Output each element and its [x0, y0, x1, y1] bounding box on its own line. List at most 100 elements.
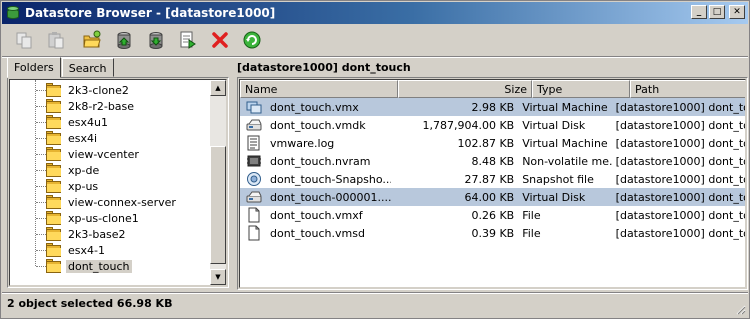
file-path: [datastore1000] dont_touch [615, 226, 745, 240]
folder-icon [46, 83, 62, 97]
scroll-thumb[interactable] [210, 146, 226, 264]
panel-splitter[interactable] [232, 58, 236, 290]
file-path: [datastore1000] dont_touch [615, 136, 745, 150]
table-row[interactable]: dont_touch-Snapsho... 27.87 KB Snapshot fi… [240, 170, 745, 188]
upload-button[interactable] [108, 27, 140, 53]
tree-item-label: esx4-1 [68, 243, 105, 257]
table-row[interactable]: dont_touch.nvram 8.48 KB Non-volatile me..… [240, 152, 745, 170]
file-name-cell: dont_touch-Snapsho... [240, 171, 391, 187]
file-size: 2.98 KB [471, 100, 515, 114]
file-size: 1,787,904.00 KB [422, 118, 515, 132]
tree-item-folder[interactable]: esx4-1 [46, 242, 107, 258]
tree-item-label: 2k8-r2-base [68, 99, 135, 113]
copy-button[interactable] [8, 27, 40, 53]
close-button[interactable]: ✕ [729, 5, 745, 19]
table-row[interactable]: dont_touch.vmdk 1,787,904.00 KB Virtual Di… [240, 116, 745, 134]
paste-button[interactable] [40, 27, 72, 53]
tree-item-label: view-connex-server [68, 195, 176, 209]
file-list-header: Name Size Type Path [240, 80, 745, 98]
title-bar[interactable]: Datastore Browser - [datastore1000] _ □ … [2, 2, 748, 24]
column-header-type[interactable]: Type [532, 80, 630, 98]
tree-item-folder[interactable]: view-vcenter [46, 146, 141, 162]
file-type: File [522, 226, 541, 240]
file-name-cell: dont_touch.nvram [240, 153, 391, 169]
file-type: Virtual Machine ... [522, 136, 611, 150]
file-size: 0.39 KB [471, 226, 515, 240]
minimize-button[interactable]: _ [691, 5, 707, 19]
folder-icon [46, 99, 62, 113]
column-header-name[interactable]: Name [240, 80, 398, 98]
scroll-up-button[interactable]: ▲ [210, 80, 226, 96]
new-folder-icon [83, 30, 101, 48]
tree-item-folder[interactable]: 2k8-r2-base [46, 98, 136, 114]
tree-item-label: xp-de [68, 163, 100, 177]
tree-scrollbar[interactable]: ▲ ▼ [210, 80, 226, 285]
panel-tabs: Folders Search [7, 57, 115, 78]
file-name-cell: dont_touch.vmx [240, 99, 391, 115]
file-name-cell: dont_touch.vmsd [240, 225, 391, 241]
toolbar [2, 25, 748, 55]
tree-item-folder[interactable]: xp-us-clone1 [46, 210, 141, 226]
file-name: dont_touch.vmsd [270, 226, 365, 240]
file-name: dont_touch-000001.... [270, 190, 391, 204]
folder-icon [46, 131, 62, 145]
tree-item-folder[interactable]: dont_touch [46, 258, 132, 274]
table-row[interactable]: dont_touch.vmx 2.98 KB Virtual Machine [dat… [240, 98, 745, 116]
new-folder-button[interactable] [76, 27, 108, 53]
file-type: Virtual Machine [522, 100, 608, 114]
table-row[interactable]: dont_touch-000001.... 64.00 KB Virtual Dis… [240, 188, 745, 206]
tree-item-folder[interactable]: esx4u1 [46, 114, 110, 130]
resize-grip-icon[interactable] [734, 303, 746, 315]
disk-icon [246, 119, 262, 131]
file-size: 8.48 KB [471, 154, 515, 168]
folder-icon [46, 163, 62, 177]
maximize-button[interactable]: □ [709, 5, 725, 19]
table-row[interactable]: vmware.log 102.87 KB Virtual Machine ... [d… [240, 134, 745, 152]
scroll-down-button[interactable]: ▼ [210, 269, 226, 285]
file-name: dont_touch.vmxf [270, 208, 363, 222]
tree-item-label: view-vcenter [68, 147, 139, 161]
log-icon [247, 135, 260, 151]
file-path: [datastore1000] dont_touch [615, 190, 745, 204]
folders-panel: Folders Search 2k3-clone2 2k8-r2-base esx4… [4, 57, 231, 290]
file-path: [datastore1000] dont_touch [615, 154, 745, 168]
tree-item-folder[interactable]: view-connex-server [46, 194, 178, 210]
tree-item-label: 2k3-base2 [68, 227, 126, 241]
file-path: [datastore1000] dont_touch [615, 118, 745, 132]
file-name: dont_touch.vmx [270, 100, 359, 114]
delete-icon [212, 32, 228, 48]
tree-item-folder[interactable]: 2k3-base2 [46, 226, 128, 242]
refresh-button[interactable] [236, 27, 268, 53]
register-vm-button[interactable] [172, 27, 204, 53]
file-name-cell: vmware.log [240, 135, 391, 151]
window-title: Datastore Browser - [datastore1000] [25, 6, 276, 20]
tree-item-folder[interactable]: esx4i [46, 130, 99, 146]
delete-button[interactable] [204, 27, 236, 53]
folder-tree[interactable]: 2k3-clone2 2k8-r2-base esx4u1 esx4i view-vce… [9, 79, 227, 286]
file-type: Non-volatile me... [522, 154, 612, 168]
open-folder-icon [46, 259, 62, 273]
tree-item-label: 2k3-clone2 [68, 83, 129, 97]
file-list[interactable]: Name Size Type Path dont_touch.vmx 2.98 K… [239, 79, 746, 288]
file-size: 102.87 KB [457, 136, 515, 150]
register-vm-icon [180, 31, 196, 49]
file-name: dont_touch.vmdk [270, 118, 366, 132]
table-row[interactable]: dont_touch.vmxf 0.26 KB File [datastore1000… [240, 206, 745, 224]
folder-icon [46, 227, 62, 241]
file-size: 64.00 KB [464, 190, 515, 204]
column-header-path[interactable]: Path [630, 80, 745, 98]
file-type: Snapshot file [522, 172, 594, 186]
file-size: 0.26 KB [471, 208, 515, 222]
file-path: [datastore1000] dont_touch [615, 172, 745, 186]
tree-item-folder[interactable]: xp-de [46, 162, 101, 178]
tab-search[interactable]: Search [61, 58, 114, 77]
tab-folders[interactable]: Folders [7, 57, 61, 78]
tree-item-folder[interactable]: xp-us [46, 178, 100, 194]
tree-item-folder[interactable]: 2k3-clone2 [46, 82, 131, 98]
file-name: dont_touch.nvram [270, 154, 371, 168]
current-path-label: [datastore1000] dont_touch [237, 61, 411, 74]
table-row[interactable]: dont_touch.vmsd 0.39 KB File [datastore1000… [240, 224, 745, 242]
column-header-size[interactable]: Size [398, 80, 532, 98]
download-button[interactable] [140, 27, 172, 53]
folder-icon [46, 115, 62, 129]
